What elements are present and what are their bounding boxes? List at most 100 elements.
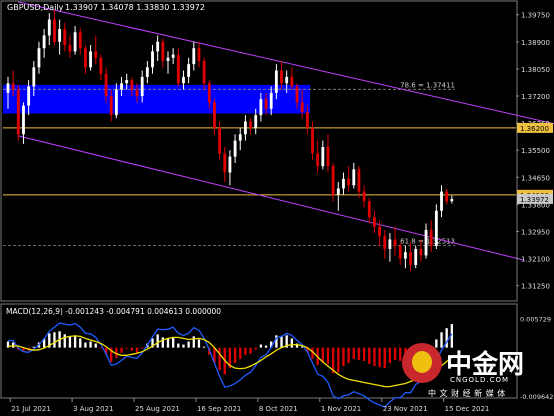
brand-logo-icon: [402, 343, 442, 383]
time-tick-label: 1 Nov 2021: [321, 405, 361, 413]
candle-body: [295, 86, 299, 103]
price-tick-label: 1.31250: [521, 283, 550, 291]
macd-label: MACD(12,26,9) -0.001243 -0.004791 0.0046…: [6, 307, 221, 316]
candle-body: [94, 51, 98, 58]
candle-body: [243, 121, 247, 135]
symbol-label: GBPUSD,Daily: [7, 3, 64, 12]
candle-body: [161, 41, 165, 61]
candle-body: [120, 83, 123, 90]
macd-tick-label: 0.005729: [520, 315, 551, 323]
candle-body: [27, 86, 31, 106]
candle-body: [53, 19, 56, 42]
brand-domain: CNGOLD.COM: [450, 376, 510, 384]
candle-body: [352, 169, 356, 186]
candle-body: [22, 105, 25, 135]
candle-body: [326, 147, 330, 167]
price-tick-label: 1.38900: [521, 39, 550, 47]
candle-body: [305, 111, 309, 128]
candle-body: [367, 201, 371, 218]
candle-body: [336, 188, 340, 195]
candle-body: [171, 54, 175, 58]
candle-body: [197, 48, 201, 61]
candle-body: [11, 83, 15, 90]
candle-body: [130, 80, 134, 90]
candle-body: [125, 80, 129, 84]
price-tick-label: 1.32100: [521, 256, 550, 264]
candle-body: [145, 67, 149, 77]
candle-body: [424, 229, 428, 256]
candle-body: [104, 73, 108, 97]
candle-body: [156, 41, 160, 52]
candle-body: [259, 99, 263, 116]
candle-body: [347, 178, 351, 186]
candle-body: [445, 191, 449, 202]
candle-body: [362, 191, 366, 202]
candle-body: [311, 127, 314, 154]
price-tag-label: 1.33972: [520, 196, 549, 204]
price-tick-label: 1.32950: [521, 228, 550, 236]
candle-body: [419, 249, 423, 256]
candle-body: [78, 32, 82, 49]
time-tick-label: 25 Aug 2021: [135, 405, 180, 413]
candle-body: [47, 19, 51, 36]
candle-body: [300, 102, 304, 112]
candle-body: [316, 153, 320, 167]
candle-body: [182, 76, 185, 84]
candle-body: [264, 99, 268, 109]
candle-body: [409, 252, 412, 265]
candle-body: [202, 60, 206, 84]
candle-body: [37, 48, 41, 68]
time-tick-label: 16 Sep 2021: [197, 405, 241, 413]
candle-body: [192, 48, 196, 65]
candle-body: [166, 57, 170, 61]
candle-body: [63, 29, 67, 46]
candle-body: [383, 236, 387, 250]
candle-body: [140, 76, 144, 97]
candle-body: [342, 178, 345, 189]
candle-body: [68, 45, 72, 52]
time-tick-label: 21 Jul 2021: [11, 405, 51, 413]
candle-body: [207, 83, 211, 103]
candle-body: [187, 64, 191, 77]
candle-body: [285, 76, 289, 84]
time-tick-label: 23 Nov 2021: [383, 405, 428, 413]
candle-body: [89, 51, 92, 68]
candle-body: [6, 83, 10, 93]
price-tick-label: 1.35500: [521, 147, 550, 155]
candle-body: [450, 198, 454, 202]
candle-body: [218, 127, 222, 154]
candle-body: [280, 70, 283, 84]
candle-body: [403, 252, 407, 259]
candle-body: [378, 226, 382, 237]
fib-level-label: 78.6 = 1.37411: [400, 81, 455, 89]
brand-logo-center: [412, 351, 432, 373]
candle-body: [83, 48, 87, 68]
candle-body: [440, 191, 443, 211]
time-tick-label: 15 Dec 2021: [445, 405, 490, 413]
candle-body: [58, 29, 62, 42]
candle-body: [228, 156, 232, 173]
candle-body: [42, 35, 46, 49]
candle-body: [135, 89, 139, 97]
price-tick-label: 1.37200: [521, 93, 550, 101]
ohlc-values: 1.33907 1.34078 1.33830 1.33972: [65, 3, 205, 12]
candle-body: [32, 67, 36, 87]
candle-body: [331, 166, 335, 195]
candle-body: [223, 153, 227, 173]
candle-body: [99, 57, 103, 74]
price-tick-label: 1.34650: [521, 174, 550, 182]
candle-body: [393, 239, 397, 246]
candle-body: [16, 89, 20, 135]
candle-body: [321, 147, 325, 167]
candle-body: [398, 245, 402, 259]
candle-body: [114, 89, 118, 116]
candle-body: [290, 76, 294, 87]
candle-body: [109, 96, 113, 116]
candle-body: [373, 217, 376, 227]
candle-body: [238, 134, 242, 141]
candle-body: [388, 239, 392, 250]
candle-body: [233, 140, 237, 157]
candle-body: [73, 32, 77, 52]
candle-body: [429, 229, 433, 246]
brand-tagline: 中 文 财 经 新 媒 体: [428, 389, 506, 398]
